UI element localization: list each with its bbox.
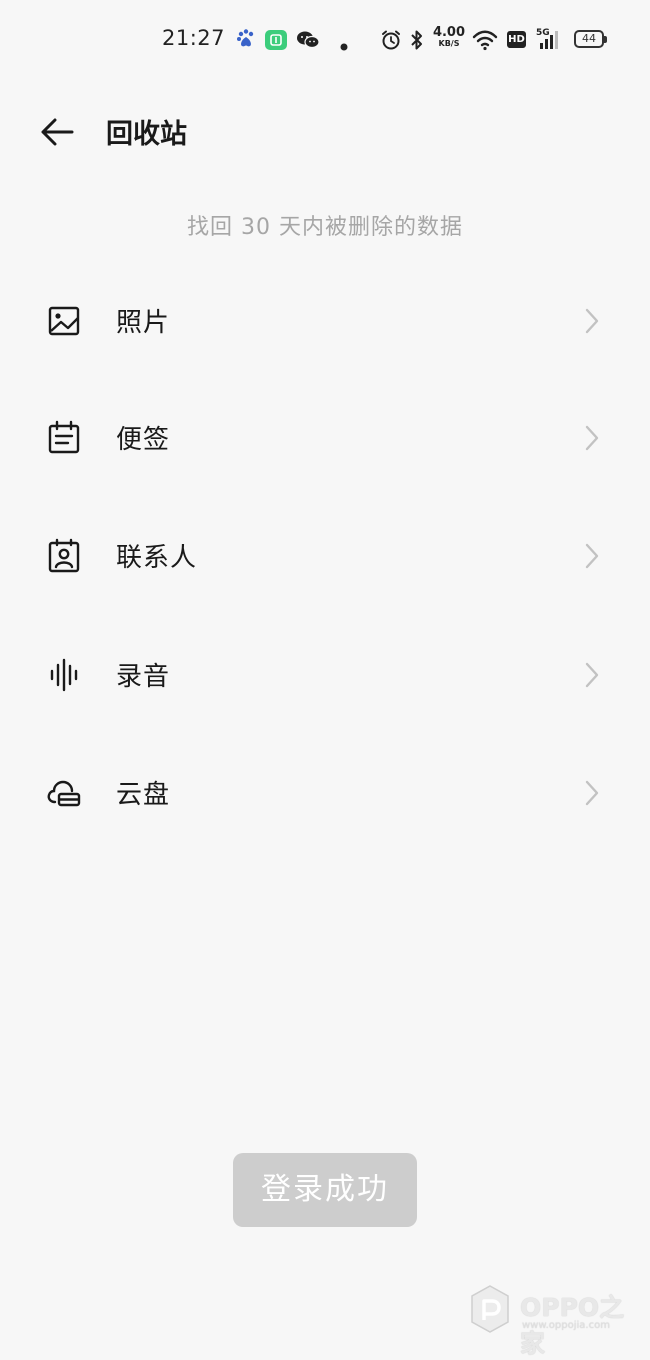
status-time: 21:27 (162, 26, 226, 50)
watermark-url: www.oppojia.com (522, 1320, 610, 1331)
list-item-label: 联系人 (116, 543, 198, 573)
list-item-recordings[interactable]: 录音 (0, 617, 650, 735)
bluetooth-icon (410, 29, 424, 55)
status-bar: 21:27 4.00 KB/S HD 5G 44 (0, 0, 650, 80)
list-item-cloud-drive[interactable]: 云盘 (0, 735, 650, 853)
alarm-icon (380, 29, 402, 55)
list-item-contacts[interactable]: 联系人 (0, 498, 650, 616)
toast-message: 登录成功 (233, 1153, 417, 1227)
watermark-logo-icon (468, 1284, 512, 1334)
baidu-icon (236, 28, 256, 54)
list-item-photos[interactable]: 照片 (0, 263, 650, 381)
signal-icon (536, 30, 564, 54)
waveform-icon (46, 657, 82, 693)
chevron-right-icon (582, 307, 602, 335)
battery-icon: 44 (574, 30, 607, 48)
contact-icon (46, 538, 82, 574)
chevron-right-icon (582, 661, 602, 689)
hd-badge: HD (507, 31, 526, 48)
page-title: 回收站 (106, 119, 187, 150)
list-item-notes[interactable]: 便签 (0, 380, 650, 498)
chevron-right-icon (582, 424, 602, 452)
list-item-label: 便签 (116, 425, 171, 455)
wechat-icon (296, 30, 320, 54)
arrow-left-icon (41, 118, 74, 146)
green-app-icon (264, 29, 288, 55)
list-item-label: 云盘 (116, 780, 171, 810)
list-item-label: 录音 (116, 662, 171, 692)
back-button[interactable] (38, 112, 78, 152)
chevron-right-icon (582, 779, 602, 807)
subtitle: 找回 30 天内被删除的数据 (187, 215, 463, 240)
image-icon (46, 303, 82, 339)
network-speed: 4.00 KB/S (432, 26, 466, 48)
network-speed-unit: KB/S (438, 39, 460, 48)
dot-icon (340, 36, 348, 55)
note-icon (46, 420, 82, 456)
list-item-label: 照片 (116, 308, 171, 338)
chevron-right-icon (582, 542, 602, 570)
watermark: OPPO之家 www.oppojia.com (468, 1282, 638, 1358)
network-speed-value: 4.00 (432, 25, 466, 40)
cloud-drive-icon (46, 775, 82, 811)
wifi-icon (472, 29, 498, 55)
